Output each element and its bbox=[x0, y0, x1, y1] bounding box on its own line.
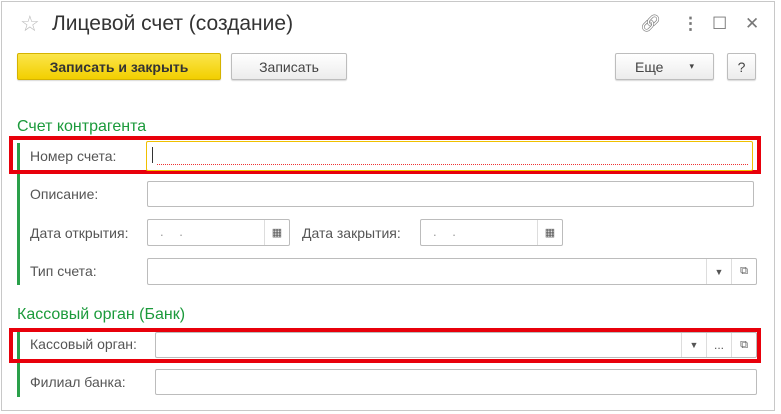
calendar-icon[interactable]: ▦ bbox=[537, 220, 562, 245]
section-title-account: Счет контрагента bbox=[17, 118, 147, 135]
cash-body-label: Кассовый орган: bbox=[30, 336, 137, 352]
star-icon[interactable]: ☆ bbox=[20, 11, 40, 37]
window-title: Лицевой счет (создание) bbox=[52, 12, 294, 35]
close-date-label: Дата закрытия: bbox=[302, 225, 401, 241]
open-date-value: . . bbox=[160, 224, 189, 239]
more-icon[interactable]: ⋮ bbox=[682, 14, 699, 34]
more-button[interactable]: Еще ▾ bbox=[615, 53, 714, 80]
maximize-icon[interactable]: ☐ bbox=[712, 14, 727, 34]
section-title-bank: Кассовый орган (Банк) bbox=[17, 306, 186, 323]
dropdown-icon[interactable]: ▼ bbox=[681, 333, 706, 357]
link-icon[interactable]: 🔗︎ bbox=[640, 14, 662, 34]
select-more-button[interactable]: ... bbox=[706, 333, 731, 357]
open-date-input[interactable]: . . ▦ bbox=[147, 219, 290, 246]
open-icon[interactable]: ⧉ bbox=[731, 259, 756, 284]
account-type-input[interactable]: ▼ ⧉ bbox=[147, 258, 757, 285]
account-number-input[interactable] bbox=[146, 141, 753, 171]
cash-body-input[interactable]: ▼... ⧉ bbox=[155, 332, 757, 358]
open-icon[interactable]: ⧉ bbox=[731, 333, 756, 357]
description-label: Описание: bbox=[30, 186, 99, 202]
close-icon[interactable]: ✕ bbox=[745, 14, 759, 34]
help-button[interactable]: ? bbox=[727, 53, 756, 80]
description-input[interactable] bbox=[147, 181, 754, 207]
chevron-down-icon: ▾ bbox=[689, 61, 695, 71]
dropdown-icon[interactable]: ▼ bbox=[706, 259, 731, 284]
more-label: Еще bbox=[634, 58, 664, 75]
bank-branch-label: Филиал банка: bbox=[30, 374, 126, 390]
save-button[interactable]: Записать bbox=[231, 53, 347, 80]
close-date-input[interactable]: . . ▦ bbox=[420, 219, 563, 246]
account-type-label: Тип счета: bbox=[30, 263, 97, 279]
save-and-close-button[interactable]: Записать и закрыть bbox=[17, 53, 221, 80]
bank-branch-input[interactable] bbox=[155, 369, 757, 395]
calendar-icon[interactable]: ▦ bbox=[264, 220, 289, 245]
open-date-label: Дата открытия: bbox=[30, 225, 129, 241]
close-date-value: . . bbox=[433, 224, 462, 239]
account-number-label: Номер счета: bbox=[30, 148, 117, 164]
